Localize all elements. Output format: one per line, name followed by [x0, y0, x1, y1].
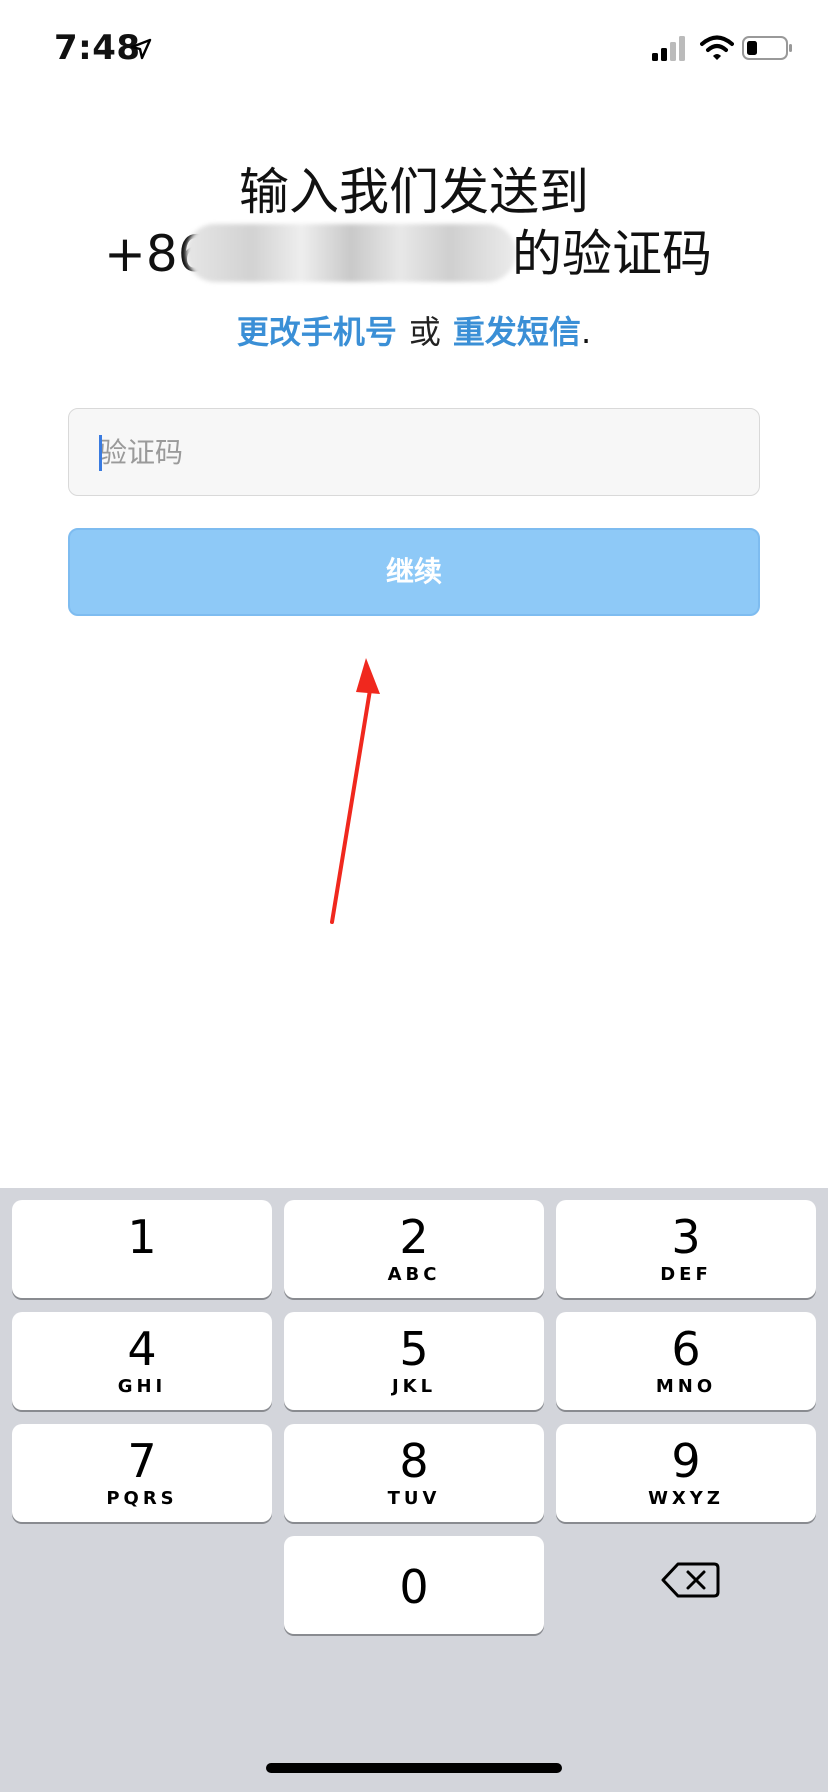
annotation-arrow-icon — [330, 658, 380, 924]
verification-code-input[interactable] — [69, 409, 759, 495]
key-2[interactable]: 2 ABC — [284, 1200, 544, 1298]
key-4[interactable]: 4 GHI — [12, 1312, 272, 1410]
key-5[interactable]: 5 JKL — [284, 1312, 544, 1410]
status-time: 7:48 — [54, 28, 141, 68]
key-6[interactable]: 6 MNO — [556, 1312, 816, 1410]
key-1[interactable]: 1 — [12, 1200, 272, 1298]
heading-line2: +86 的验证码 — [0, 222, 828, 286]
key-8[interactable]: 8 TUV — [284, 1424, 544, 1522]
resend-sms-link[interactable]: 重发短信 — [453, 313, 581, 351]
change-phone-link[interactable]: 更改手机号 — [237, 313, 397, 351]
location-arrow-icon — [130, 38, 152, 60]
period-text: . — [580, 313, 592, 351]
backspace-icon[interactable] — [660, 1560, 720, 1600]
cellular-signal-icon — [652, 36, 685, 61]
status-bar: 7:48 — [0, 0, 828, 100]
key-9[interactable]: 9 WXYZ — [556, 1424, 816, 1522]
continue-button[interactable]: 继续 — [68, 528, 760, 616]
wifi-icon — [700, 35, 734, 60]
heading-suffix: 的验证码 — [512, 225, 712, 283]
battery-icon — [742, 36, 792, 60]
home-indicator[interactable] — [266, 1763, 562, 1773]
key-0[interactable]: 0 — [284, 1536, 544, 1634]
code-input-container — [68, 408, 760, 496]
key-3[interactable]: 3 DEF — [556, 1200, 816, 1298]
text-caret — [99, 435, 102, 471]
heading-line1: 输入我们发送到 — [239, 163, 589, 221]
or-text: 或 — [408, 313, 441, 351]
phone-number-redaction — [186, 224, 516, 282]
action-links: 更改手机号或重发短信. — [0, 310, 828, 354]
key-7[interactable]: 7 PQRS — [12, 1424, 272, 1522]
